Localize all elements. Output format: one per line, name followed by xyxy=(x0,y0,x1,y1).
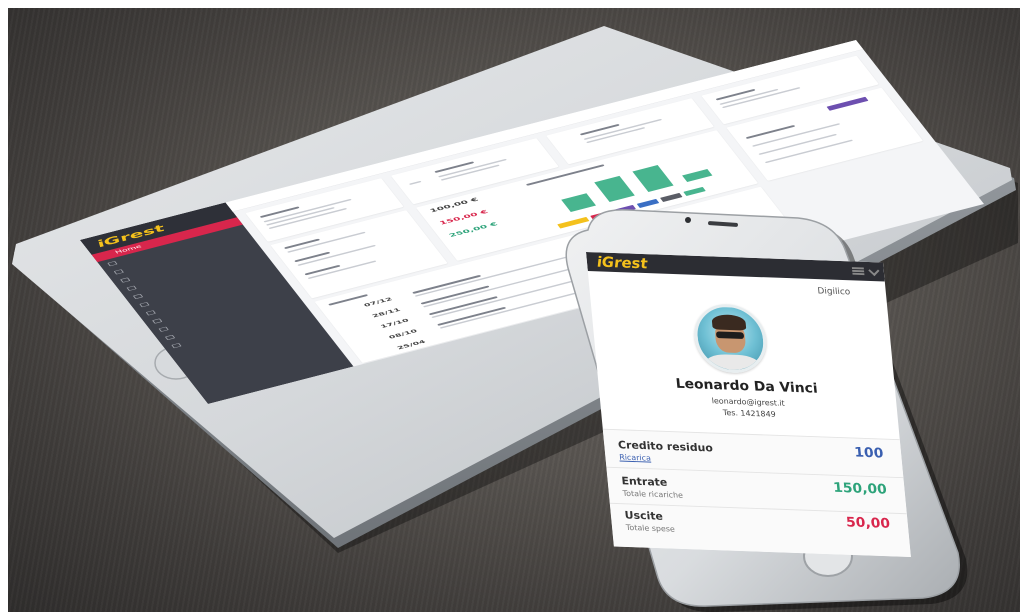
expense-label: Uscite xyxy=(624,508,664,523)
top-link[interactable]: Digilico xyxy=(817,287,851,298)
expense-sub: Totale spese xyxy=(625,523,676,534)
income-label: Entrate xyxy=(620,474,668,489)
credit-value: 100 xyxy=(853,445,885,462)
recharge-link[interactable]: Ricarica xyxy=(619,453,651,463)
chevron-down-icon[interactable] xyxy=(868,265,880,277)
hamburger-menu-icon[interactable] xyxy=(851,267,865,276)
avatar xyxy=(691,303,770,374)
phone-logo: iGrest xyxy=(595,253,649,273)
phone-screen: iGrest Digilico Leonardo Da Vinci leonar… xyxy=(586,252,911,557)
income-value: 150,00 xyxy=(832,480,888,498)
expense-value: 50,00 xyxy=(845,514,891,532)
photo-scene: iGrest Home 100,00 € 150,00 € 250,00 € 0… xyxy=(8,8,1020,612)
